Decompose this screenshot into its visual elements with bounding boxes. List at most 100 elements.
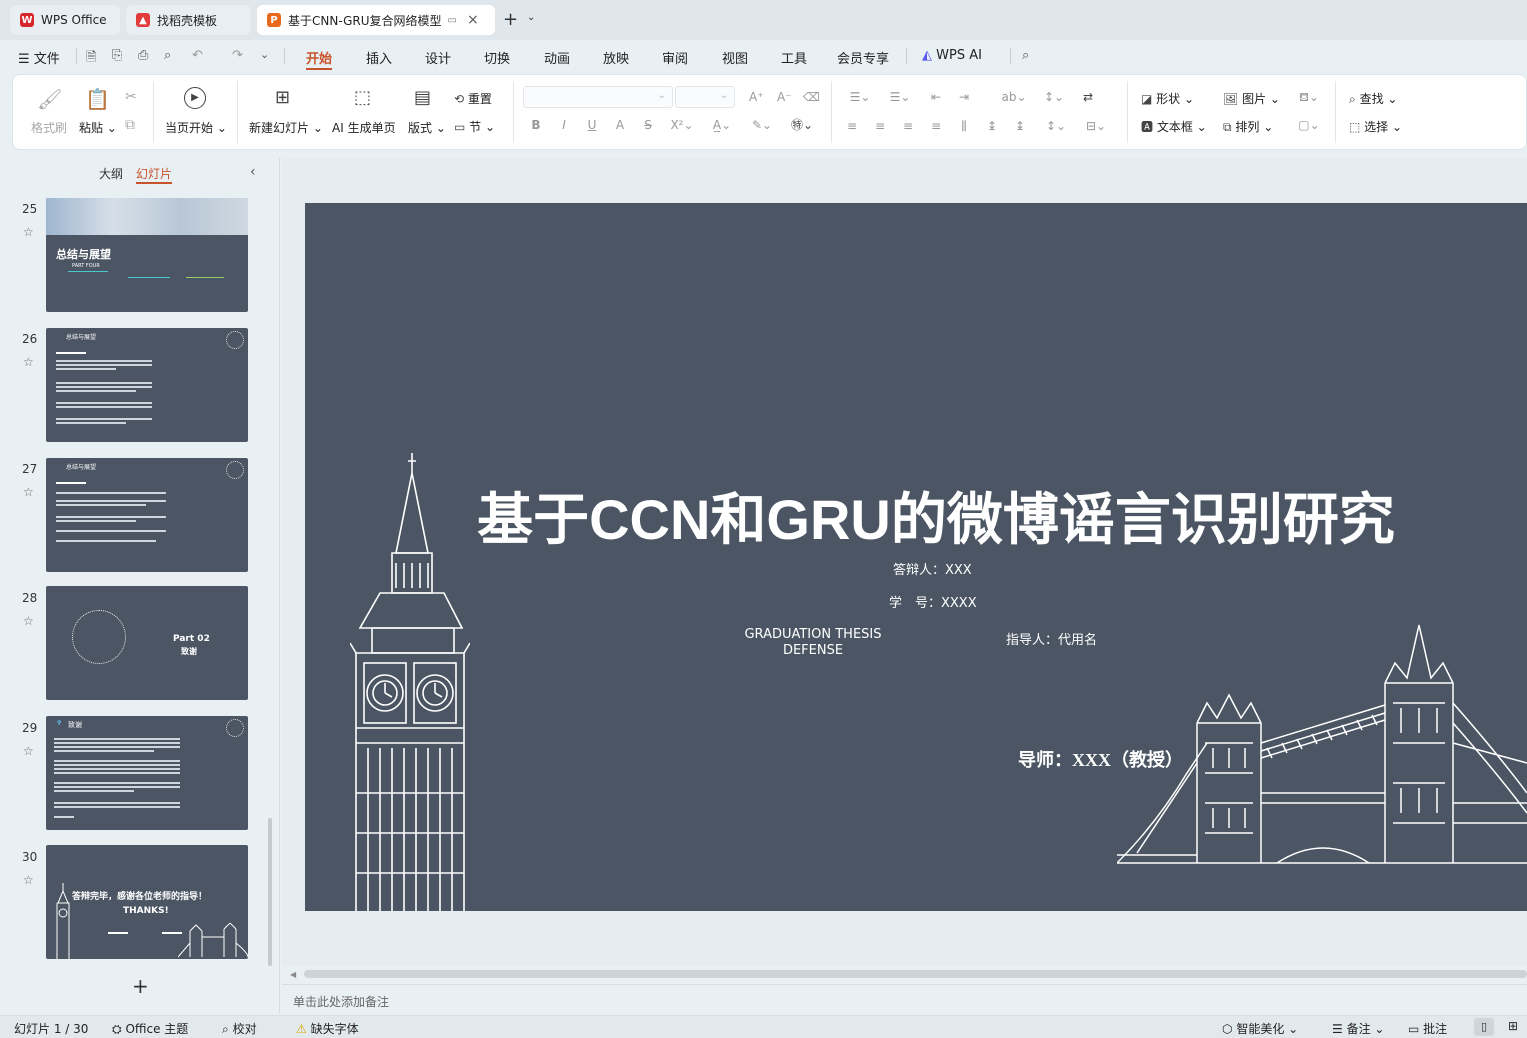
notes-toggle-button[interactable]: ☰ 备注 ⌄ [1332, 1020, 1384, 1037]
select-button[interactable]: ⬚ 选择 ⌄ [1349, 118, 1402, 135]
collapse-panel-icon[interactable]: ‹ [250, 164, 256, 180]
scroll-left-icon[interactable]: ◀ [290, 970, 296, 979]
menu-member[interactable]: 会员专享 [837, 48, 889, 67]
convert-icon[interactable]: ⇄ [1081, 90, 1095, 104]
mentor-text[interactable]: 导师：XXX（教授） [1018, 746, 1183, 772]
star-icon[interactable]: ☆ [23, 355, 34, 369]
paragraph-spacing-icon[interactable]: ↨ [1013, 119, 1027, 133]
slide-thumbnail-26[interactable]: 总结与展望 [46, 328, 248, 442]
slide-thumbnail-28[interactable]: Part 02 致谢 [46, 586, 248, 700]
advisor-text[interactable]: 指导人：代用名 [1006, 629, 1097, 648]
slide-1[interactable]: 基于CCN和GRU的微博谣言识别研究 答辩人：XXX 学 号：XXXX GRAD… [305, 203, 1527, 911]
new-tab-icon[interactable]: + [503, 9, 518, 30]
picture-button[interactable]: 🖼 图片 ⌄ [1223, 90, 1280, 107]
sorter-view-icon[interactable]: ⊞ [1508, 1019, 1518, 1033]
ai-generate-page-button[interactable]: AI 生成单页 [332, 119, 396, 136]
star-icon[interactable]: ☆ [23, 225, 34, 239]
increase-indent-icon[interactable]: ⇥ [957, 90, 971, 104]
quick-access-dropdown[interactable]: ⌄ [260, 48, 269, 61]
justify-icon[interactable]: ≡ [929, 119, 943, 133]
chevron-down-icon[interactable]: ⌄ [527, 12, 535, 23]
horizontal-scrollbar[interactable] [304, 970, 1527, 978]
align-center-icon[interactable]: ≡ [873, 119, 887, 133]
shape-button[interactable]: ◪ 形状 ⌄ [1141, 90, 1194, 107]
distribute-icon[interactable]: ⫼ [957, 119, 971, 133]
tab-wps-office[interactable]: W WPS Office [10, 5, 120, 35]
italic-icon[interactable]: I [557, 118, 571, 132]
menu-tools[interactable]: 工具 [781, 48, 807, 67]
menu-insert[interactable]: 插入 [366, 48, 392, 67]
text-align-box-icon[interactable]: ⊟⌄ [1083, 119, 1109, 133]
export-icon[interactable]: ⎘ [112, 48, 122, 63]
find-button[interactable]: ⌕ 查找 ⌄ [1349, 90, 1397, 107]
theme-indicator[interactable]: ⛭ Office 主题 [112, 1020, 188, 1037]
slide-title[interactable]: 基于CCN和GRU的微博谣言识别研究 [305, 475, 1527, 556]
line-spacing-icon[interactable]: ↨ [985, 119, 999, 133]
underline-icon[interactable]: U [585, 118, 599, 132]
star-icon[interactable]: ☆ [23, 744, 34, 758]
bold-icon[interactable]: B [529, 118, 543, 132]
cut-icon[interactable]: ✂ [125, 89, 137, 105]
close-icon[interactable]: × [467, 12, 479, 28]
menu-slideshow[interactable]: 放映 [603, 48, 629, 67]
proof-button[interactable]: ⌕ 校对 [222, 1020, 257, 1037]
comments-button[interactable]: ▭ 批注 [1408, 1020, 1447, 1037]
print-preview-icon[interactable]: ⌕ [164, 48, 171, 63]
arrange-button[interactable]: ⧉ 排列 ⌄ [1223, 118, 1273, 135]
font-size-select[interactable]: ⌄ [675, 86, 735, 108]
slide-thumbnail-30[interactable]: 答辩完毕，感谢各位老师的指导！ THANKS! [46, 845, 248, 959]
menu-transition[interactable]: 切换 [484, 48, 510, 67]
undo-icon[interactable]: ↶ [192, 48, 203, 63]
tab-docer[interactable]: ▲ 找稻壳模板 [126, 5, 251, 35]
normal-view-icon[interactable]: ▯ [1474, 1018, 1494, 1036]
english-subtitle[interactable]: GRADUATION THESIS DEFENSE [733, 627, 893, 659]
align-right-icon[interactable]: ≡ [901, 119, 915, 133]
format-painter-button[interactable]: 格式刷 [31, 119, 67, 136]
paste-button[interactable]: 粘贴 ⌄ [79, 119, 117, 136]
highlight-icon[interactable]: ✎⌄ [749, 118, 775, 132]
missing-font-button[interactable]: ⚠ 缺失字体 [296, 1020, 359, 1037]
notes-pane[interactable]: 单击此处添加备注 [282, 984, 1527, 1014]
font-name-select[interactable]: ⌄ [523, 86, 673, 108]
spacing-dropdown-icon[interactable]: ↕⌄ [1043, 119, 1069, 133]
font-color-icon[interactable]: A̲⌄ [709, 118, 735, 132]
presenter-text[interactable]: 答辩人：XXX [893, 559, 972, 578]
beautify-button[interactable]: ⬡ 智能美化 ⌄ [1222, 1020, 1298, 1037]
panel-scrollbar[interactable] [268, 818, 272, 966]
superscript-icon[interactable]: X²⌄ [669, 118, 695, 132]
font-grow-icon[interactable]: A⁺ [749, 90, 764, 104]
slide-thumbnail-29[interactable]: ♆ 致谢 [46, 716, 248, 830]
star-icon[interactable]: ☆ [23, 873, 34, 887]
student-id-text[interactable]: 学 号：XXXX [889, 592, 977, 611]
layout-button[interactable]: 版式 ⌄ [408, 119, 446, 136]
outline-tab[interactable]: 大纲 [99, 165, 123, 182]
clear-format-icon[interactable]: ⌫ [803, 90, 820, 104]
play-from-current-button[interactable]: 当页开始 ⌄ [165, 119, 227, 136]
text-direction-icon[interactable]: ab⌄ [1001, 90, 1027, 104]
section-button[interactable]: ▭ 节 ⌄ [454, 118, 495, 135]
decrease-indent-icon[interactable]: ⇤ [929, 90, 943, 104]
reset-button[interactable]: ⟲ 重置 [454, 90, 492, 107]
print-icon[interactable]: ⎙ [138, 48, 148, 63]
outline-icon[interactable]: ▢⌄ [1295, 118, 1323, 132]
phonetic-icon[interactable]: ㊕⌄ [787, 118, 817, 132]
slide-thumbnail-25[interactable]: 总结与展望 PART FOUR [46, 198, 248, 312]
save-icon[interactable]: 🗎 [86, 48, 96, 70]
bullets-icon[interactable]: ☰⌄ [847, 90, 873, 104]
menu-animation[interactable]: 动画 [544, 48, 570, 67]
redo-icon[interactable]: ↷ [232, 48, 243, 63]
menu-home[interactable]: 开始 [306, 48, 332, 67]
add-slide-button[interactable]: + [132, 974, 149, 998]
menu-view[interactable]: 视图 [722, 48, 748, 67]
new-slide-button[interactable]: 新建幻灯片 ⌄ [249, 119, 323, 136]
sort-icon[interactable]: ↕⌄ [1041, 90, 1067, 104]
slides-tab[interactable]: 幻灯片 [136, 165, 172, 182]
search-icon[interactable]: ⌕ [1022, 48, 1029, 63]
fill-icon[interactable]: ⛾⌄ [1295, 90, 1323, 104]
wps-ai-menu[interactable]: ◭ WPS AI [922, 48, 982, 63]
numbering-icon[interactable]: ☰⌄ [887, 90, 913, 104]
menu-design[interactable]: 设计 [425, 48, 451, 67]
align-left-icon[interactable]: ≡ [845, 119, 859, 133]
menu-review[interactable]: 审阅 [662, 48, 688, 67]
slide-thumbnail-27[interactable]: 总结与展望 [46, 458, 248, 572]
